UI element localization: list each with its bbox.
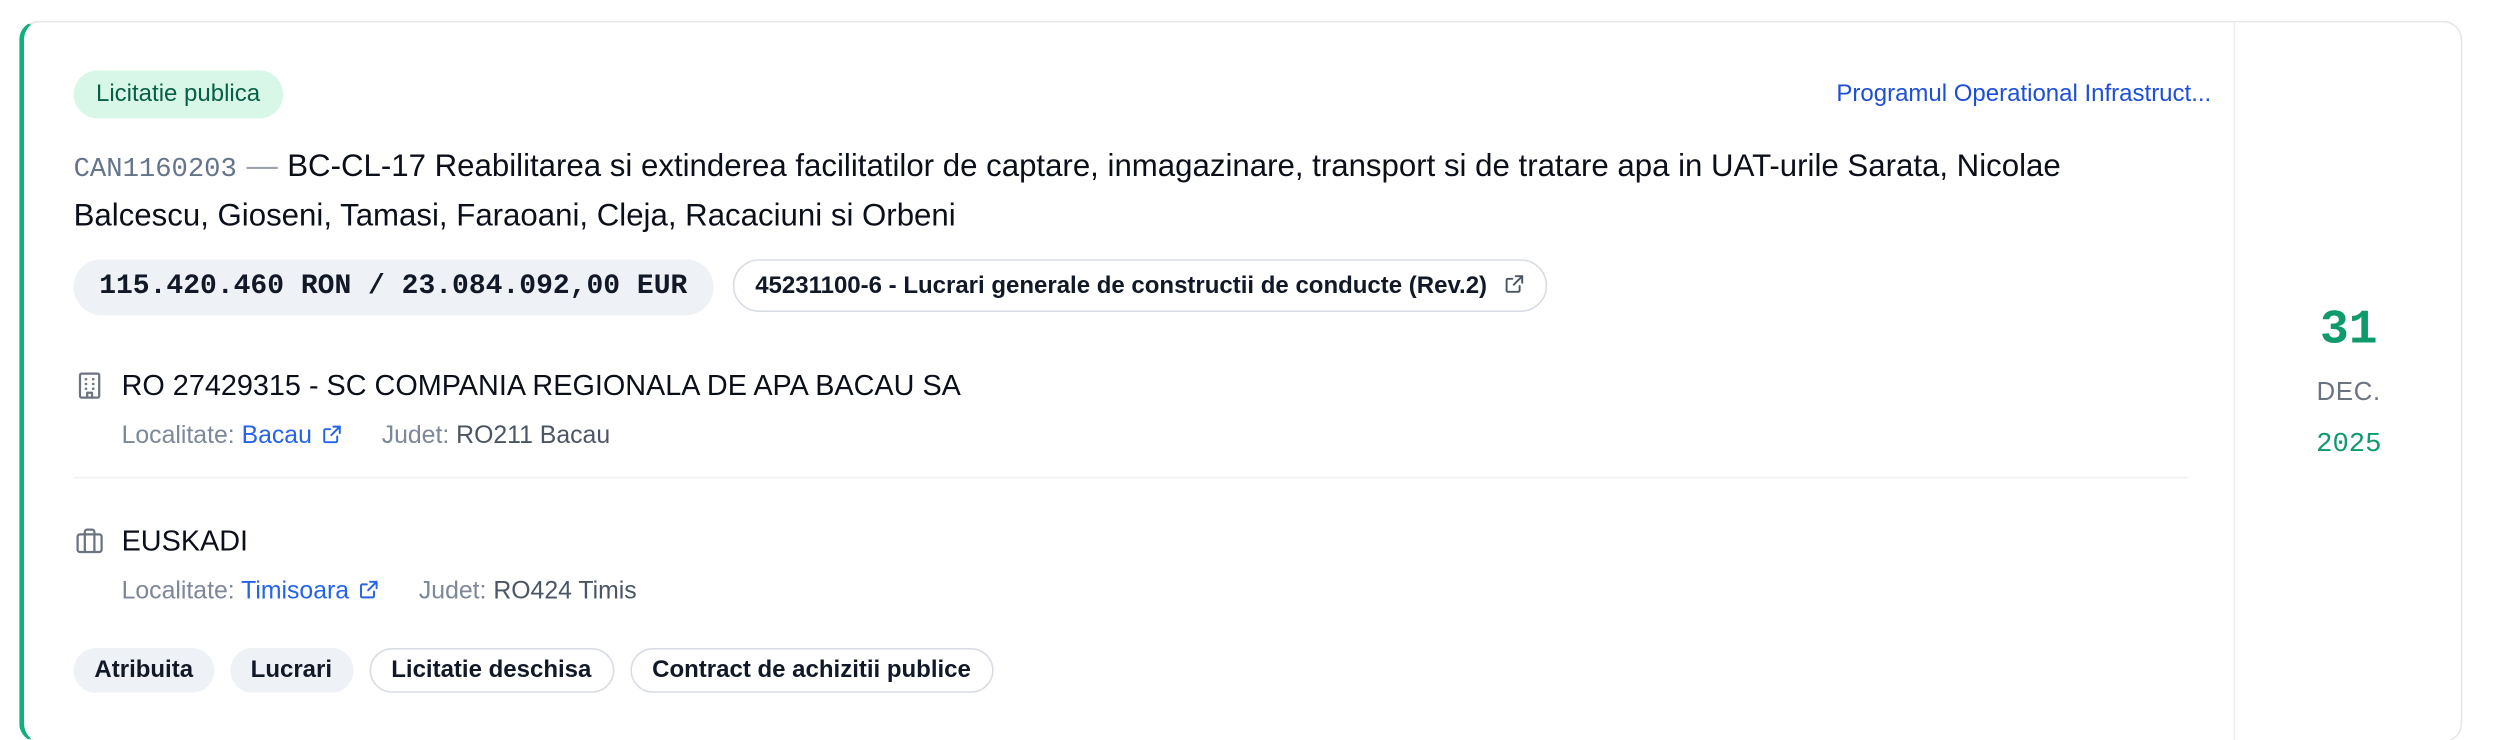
contract-value: 115.420.460 RON / 23.084.092,00 EUR bbox=[73, 259, 713, 316]
winner-locality-link[interactable]: Timisoara bbox=[241, 578, 379, 605]
cpv-code-label: 45231100-6 - Lucrari generale de constru… bbox=[755, 272, 1488, 300]
procedure-type-badge: Licitatie publica bbox=[73, 70, 283, 119]
notice-card[interactable]: Licitatie publica Programul Operational … bbox=[19, 20, 2463, 740]
section-divider bbox=[73, 476, 2188, 479]
winner-locality-label: Localitate: bbox=[121, 577, 235, 605]
date-year: 2025 bbox=[2316, 430, 2382, 461]
notice-code: CAN1160203 bbox=[73, 155, 237, 186]
program-link[interactable]: Programul Operational Infrastruct... bbox=[1836, 80, 2211, 107]
tag-category: Lucrari bbox=[229, 648, 353, 693]
external-link-icon bbox=[323, 425, 341, 444]
tag-contract-type: Contract de achizitii publice bbox=[629, 648, 994, 693]
authority-name: RO 27429315 - SC COMPANIA REGIONALA DE A… bbox=[121, 368, 961, 401]
authority-county-label: Judet: bbox=[381, 422, 450, 450]
contracting-authority: RO 27429315 - SC COMPANIA REGIONALA DE A… bbox=[74, 365, 961, 451]
winner-county: RO424 Timis bbox=[493, 577, 637, 605]
title-separator: — bbox=[246, 148, 278, 184]
authority-locality: Bacau bbox=[241, 422, 312, 450]
tag-list: Atribuita Lucrari Licitatie deschisa Con… bbox=[73, 648, 994, 693]
authority-locality-link[interactable]: Bacau bbox=[241, 422, 343, 450]
building-icon bbox=[78, 372, 101, 399]
tag-procedure: Licitatie deschisa bbox=[368, 648, 614, 693]
winner: EUSKADI Localitate: Timisoara Judet: RO4… bbox=[74, 520, 637, 606]
notice-main: Licitatie publica Programul Operational … bbox=[24, 22, 2237, 740]
notice-title[interactable]: CAN1160203 — BC-CL-17 Reabilitarea si exti… bbox=[74, 144, 2186, 238]
winner-county-label: Judet: bbox=[418, 577, 487, 605]
date-month: DEC. bbox=[2316, 379, 2381, 407]
authority-locality-label: Localitate: bbox=[121, 422, 235, 450]
date-panel: 31 DEC. 2025 bbox=[2233, 22, 2461, 740]
date-day: 31 bbox=[2319, 304, 2378, 359]
winner-locality: Timisoara bbox=[241, 577, 350, 605]
external-link-icon bbox=[360, 580, 378, 599]
winner-name: EUSKADI bbox=[121, 524, 249, 556]
tag-status: Atribuita bbox=[73, 648, 214, 693]
cpv-code-link[interactable]: 45231100-6 - Lucrari generale de constru… bbox=[732, 259, 1547, 312]
notice-title-text: BC-CL-17 Reabilitarea si extinderea faci… bbox=[73, 148, 2061, 234]
authority-county: RO211 Bacau bbox=[456, 422, 611, 450]
briefcase-icon bbox=[76, 528, 103, 554]
external-link-icon bbox=[1504, 275, 1523, 293]
